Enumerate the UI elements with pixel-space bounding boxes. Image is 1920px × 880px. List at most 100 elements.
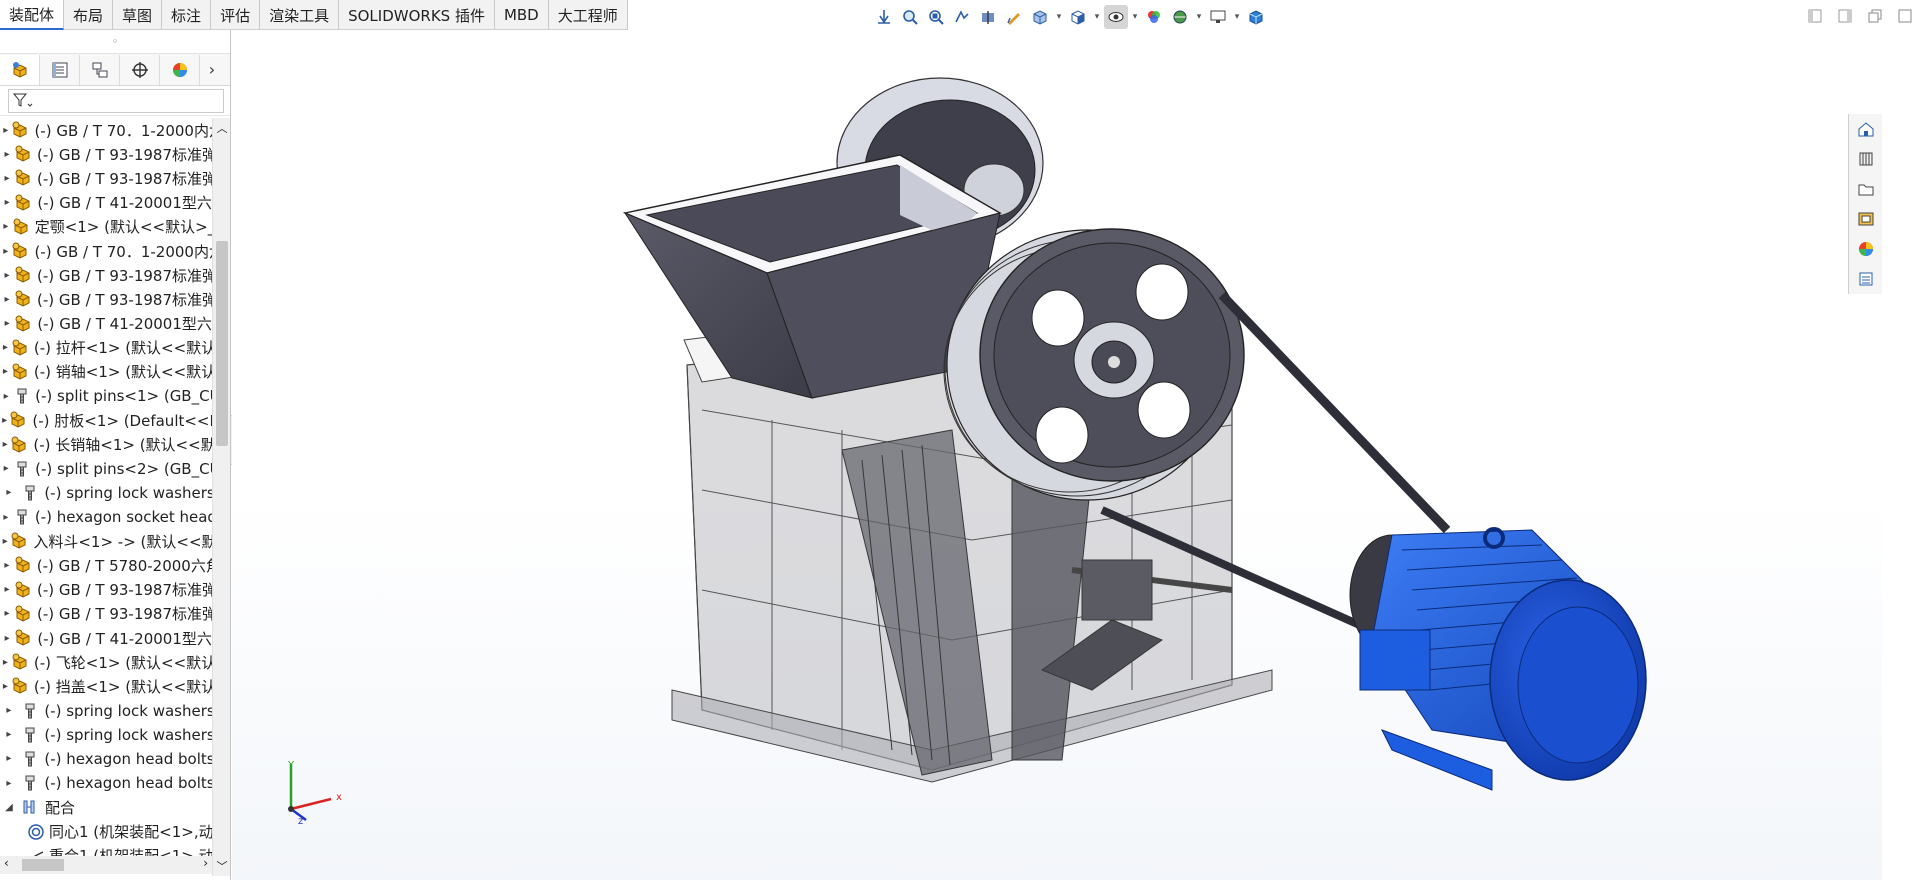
chevron-right-icon[interactable]: ▸: [0, 197, 14, 208]
chevron-right-icon[interactable]: ▸: [0, 125, 11, 136]
chevron-right-icon[interactable]: ▸: [0, 633, 14, 644]
chevron-down-icon[interactable]: ▾: [1130, 12, 1140, 22]
dimxpert-manager-tab-icon[interactable]: [120, 54, 160, 85]
property-manager-tab-icon[interactable]: [40, 54, 80, 85]
file-explorer-icon[interactable]: [1849, 174, 1883, 204]
command-tab[interactable]: 渲染工具: [260, 0, 340, 30]
configuration-manager-tab-icon[interactable]: [80, 54, 120, 85]
tree-item[interactable]: ▸ (-) hexagon head bolts: [0, 771, 212, 795]
command-tab[interactable]: 标注: [162, 0, 212, 30]
tree-item[interactable]: ▸ (-) GB / T 93-1987标准弹簧垫圈: [0, 578, 212, 602]
tree-item[interactable]: ▸ (-) hexagon head bolts: [0, 747, 212, 771]
chevron-down-icon[interactable]: ▾: [1092, 12, 1102, 22]
chevron-right-icon[interactable]: ▸: [0, 753, 18, 764]
hide-show-items-icon[interactable]: [1104, 5, 1128, 29]
view-settings-icon[interactable]: [1206, 5, 1230, 29]
chevron-right-icon[interactable]: ›: [203, 856, 208, 870]
tree-item[interactable]: ▸ (-) GB / T 93-1987标准弹簧垫圈: [0, 166, 212, 190]
chevron-down-icon[interactable]: ◢: [0, 802, 18, 813]
appearances-icon[interactable]: [1849, 234, 1883, 264]
view-orientation-anchor-icon[interactable]: [872, 5, 896, 29]
chevron-right-icon[interactable]: ▸: [0, 391, 12, 402]
design-library-icon[interactable]: [1849, 144, 1883, 174]
tree-item[interactable]: ▸ (-) spring lock washers: [0, 723, 212, 747]
chevron-right-icon[interactable]: ▸: [0, 173, 14, 184]
tree-item[interactable]: ▸ (-) GB / T 41-20001型六角螺母: [0, 626, 212, 650]
chevron-right-icon[interactable]: ▸: [0, 221, 12, 232]
display-style-icon[interactable]: [1066, 5, 1090, 29]
tree-item[interactable]: ▸ 入料斗<1> -> (默认<<默认>_显示状态 1>): [0, 529, 212, 553]
tree-item[interactable]: ▸ (-) GB / T 41-20001型六角螺母: [0, 312, 212, 336]
chevron-right-icon[interactable]: ▸: [0, 415, 9, 426]
chevron-down-icon[interactable]: ▾: [1232, 12, 1242, 22]
maximize-window-icon[interactable]: [1894, 6, 1916, 26]
tree-item[interactable]: ▸ (-) hexagon socket head cap screws: [0, 505, 212, 529]
tree-item[interactable]: 同心1 (机架装配<1>,动颚<1>): [0, 819, 212, 843]
scroll-thumb[interactable]: [216, 241, 228, 446]
collapse-handle[interactable]: ◦: [0, 30, 230, 54]
tree-item[interactable]: ▸ (-) GB / T 93-1987标准弹簧垫圈: [0, 142, 212, 166]
command-tab[interactable]: MBD: [495, 0, 549, 30]
scroll-thumb[interactable]: [22, 859, 64, 871]
chevron-right-icon[interactable]: ▸: [0, 608, 14, 619]
chevron-right-icon[interactable]: ▸: [0, 729, 18, 740]
tree-vertical-scrollbar[interactable]: ︿ ﹀: [212, 118, 230, 876]
command-tab[interactable]: 评估: [211, 0, 261, 30]
chevron-right-icon[interactable]: ▸: [0, 294, 14, 305]
tree-item[interactable]: ▸ (-) 销轴<1> (默认<<默认>_显示状态 1>): [0, 360, 212, 384]
tree-horizontal-scrollbar[interactable]: ‹ ›: [0, 856, 212, 874]
tree-item[interactable]: ▸ (-) spring lock washers: [0, 481, 212, 505]
electric-motor[interactable]: [1349, 527, 1647, 791]
tree-item[interactable]: ▸ 定颚<1> (默认<<默认>_显示状态 1>): [0, 215, 212, 239]
section-view-icon[interactable]: [976, 5, 1000, 29]
chevron-right-icon[interactable]: ▸: [0, 366, 11, 377]
chevron-right-icon[interactable]: ▸: [0, 536, 10, 547]
view-palette-icon[interactable]: [1849, 204, 1883, 234]
chevron-right-icon[interactable]: ▸: [0, 270, 14, 281]
chevron-down-icon[interactable]: ▾: [1194, 12, 1204, 22]
tree-item[interactable]: ▸ (-) split pins<2> (GB_CUTTER_PIN): [0, 457, 212, 481]
tree-item[interactable]: ▸ (-) GB / T 5780-2000六角头螺栓: [0, 553, 212, 577]
edit-appearance-icon[interactable]: [1142, 5, 1166, 29]
feature-manager-tab-icon[interactable]: [0, 54, 40, 85]
chevron-right-icon[interactable]: ▸: [0, 463, 12, 474]
jaw-crusher-model[interactable]: [232, 30, 1882, 880]
command-tab[interactable]: SOLIDWORKS 插件: [339, 0, 495, 30]
tree-item[interactable]: ▸ (-) GB / T 93-1987标准弹簧垫圈: [0, 602, 212, 626]
previous-view-icon[interactable]: [950, 5, 974, 29]
chevron-right-icon[interactable]: ▸: [0, 342, 11, 353]
zoom-to-area-icon[interactable]: [924, 5, 948, 29]
realview-cube-icon[interactable]: [1244, 5, 1268, 29]
display-manager-tab-icon[interactable]: [160, 54, 200, 85]
zoom-to-fit-icon[interactable]: [898, 5, 922, 29]
chevron-right-icon[interactable]: ▸: [0, 560, 14, 571]
chevron-right-icon[interactable]: ▸: [0, 512, 12, 523]
custom-properties-icon[interactable]: [1849, 264, 1883, 294]
tree-item[interactable]: ▸ (-) GB / T 70．1-2000内六角圆柱头螺钉: [0, 239, 212, 263]
chevron-down-icon[interactable]: ▾: [1054, 12, 1064, 22]
tree-item[interactable]: ▸ (-) split pins<1> (GB_CUTTER_PIN): [0, 384, 212, 408]
chevron-right-icon[interactable]: ▸: [0, 246, 11, 257]
tree-item[interactable]: ▸ (-) spring lock washers: [0, 699, 212, 723]
restore-window-icon[interactable]: [1864, 6, 1886, 26]
chevron-right-icon[interactable]: ▸: [0, 149, 14, 160]
feed-hopper[interactable]: [622, 154, 1002, 399]
tree-item[interactable]: ▸ (-) GB / T 93-1987标准弹簧垫圈: [0, 263, 212, 287]
view-orientation-icon[interactable]: [1028, 5, 1052, 29]
apply-scene-icon[interactable]: [1168, 5, 1192, 29]
chevron-down-icon[interactable]: ﹀: [213, 858, 231, 874]
tree-item[interactable]: ▸ (-) GB / T 93-1987标准弹簧垫圈: [0, 287, 212, 311]
chevron-right-icon[interactable]: ›: [200, 60, 224, 79]
panel-left-icon[interactable]: [1804, 6, 1826, 26]
command-tab[interactable]: 布局: [64, 0, 114, 30]
home-icon[interactable]: [1849, 114, 1883, 144]
chevron-right-icon[interactable]: ▸: [0, 584, 14, 595]
graphics-area[interactable]: Y x z: [232, 30, 1882, 880]
command-tab[interactable]: 大工程师: [549, 0, 628, 30]
tree-item[interactable]: ▸ (-) 挡盖<1> (默认<<默认>_显示状态 1>): [0, 674, 212, 698]
tree-item[interactable]: ◢ 配合: [0, 795, 212, 819]
tree-item[interactable]: ▸ (-) 拉杆<1> (默认<<默认>_显示状态 1>): [0, 336, 212, 360]
dynamic-annotation-icon[interactable]: [1002, 5, 1026, 29]
tree-item[interactable]: ▸ (-) GB / T 70．1-2000内六角圆柱头螺钉: [0, 118, 212, 142]
chevron-right-icon[interactable]: ▸: [0, 439, 10, 450]
